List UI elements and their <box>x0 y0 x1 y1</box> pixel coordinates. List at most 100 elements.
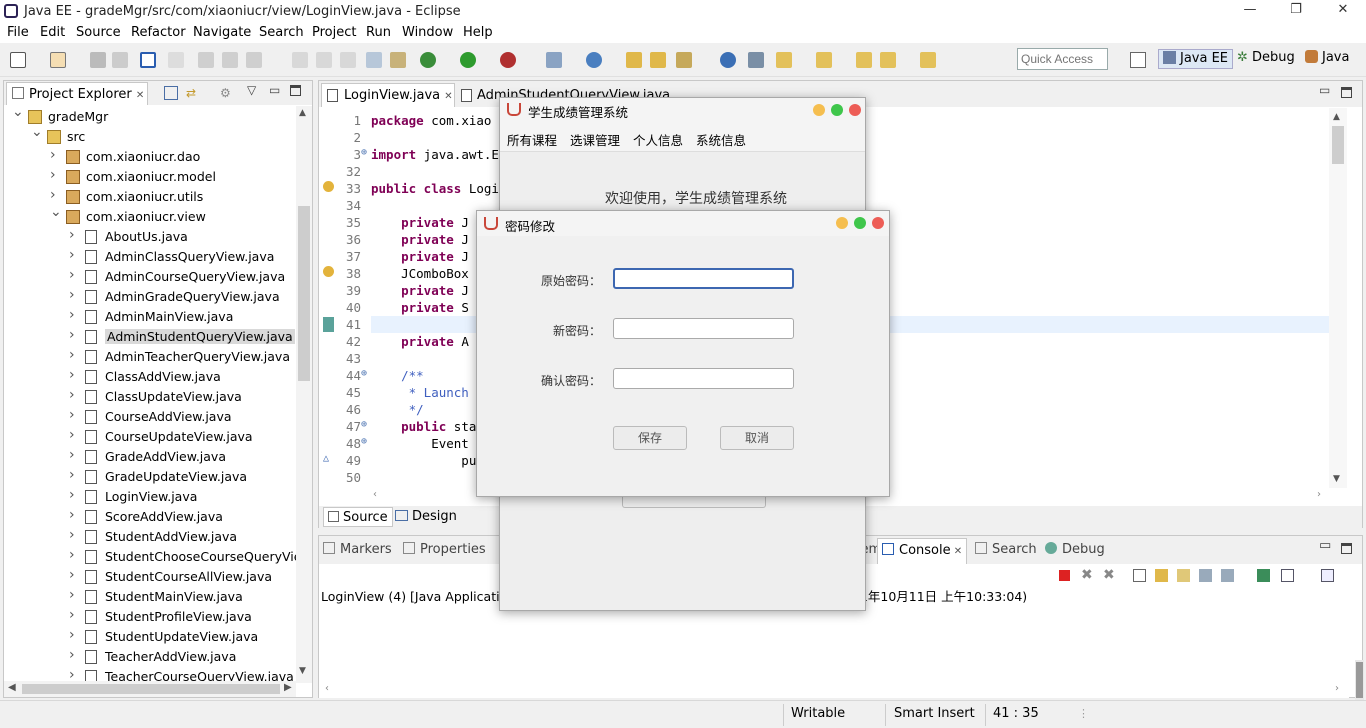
minimize-dot-icon[interactable] <box>813 104 825 116</box>
collapsed-chevron-icon[interactable]: › <box>69 427 79 443</box>
terminate-console-icon[interactable] <box>1059 570 1070 581</box>
collapsed-chevron-icon[interactable]: › <box>69 247 79 263</box>
fold-icon[interactable]: ⊕ <box>361 436 367 447</box>
search-icon[interactable] <box>676 52 692 68</box>
close-icon[interactable]: ✕ <box>1334 2 1352 20</box>
tree-package-item[interactable]: › com.xiaoniucr.dao <box>4 147 296 167</box>
tree-package-item[interactable]: › com.xiaoniucr.model <box>4 167 296 187</box>
explorer-tab[interactable]: Project Explorer ✕ <box>6 82 148 105</box>
show-stdout-icon[interactable] <box>1199 569 1212 582</box>
tab-markers[interactable]: Markers <box>323 542 392 557</box>
confirm-password-field[interactable] <box>613 368 794 389</box>
step-into-icon[interactable] <box>292 52 308 68</box>
remove-launch-icon[interactable]: ✖ <box>1081 567 1093 583</box>
maximize-console-icon[interactable] <box>1341 543 1352 554</box>
menu-window[interactable]: Window <box>402 25 453 40</box>
console-vscrollbar[interactable] <box>1355 660 1364 700</box>
scroll-lock-icon[interactable] <box>1155 569 1168 582</box>
close-dot-icon[interactable] <box>849 104 861 116</box>
tree-file-item[interactable]: › ClassUpdateView.java <box>4 387 296 407</box>
fold-icon[interactable]: ⊕ <box>361 147 367 158</box>
collapsed-chevron-icon[interactable]: › <box>69 227 79 243</box>
cancel-button[interactable]: 取消 <box>720 426 794 450</box>
tab-search[interactable]: Search <box>975 542 1037 557</box>
tree-file-item[interactable]: › ScoreAddView.java <box>4 507 296 527</box>
forward-icon[interactable] <box>920 52 936 68</box>
collapsed-chevron-icon[interactable]: › <box>69 347 79 363</box>
open-console-icon[interactable] <box>1321 569 1334 582</box>
tree-file-item[interactable]: › StudentCourseAllView.java <box>4 567 296 587</box>
tree-file-item[interactable]: › StudentUpdateView.java <box>4 627 296 647</box>
prev-annotation-icon[interactable] <box>816 52 832 68</box>
main-app-titlebar[interactable]: 学生成绩管理系统 <box>500 98 865 122</box>
collapsed-chevron-icon[interactable]: › <box>69 627 79 643</box>
open-perspective-icon[interactable] <box>1130 52 1146 68</box>
fold-icon[interactable]: ⊕ <box>361 368 367 379</box>
collapsed-chevron-icon[interactable]: › <box>69 307 79 323</box>
step-over-icon[interactable] <box>316 52 332 68</box>
menu-navigate[interactable]: Navigate <box>193 25 251 40</box>
minimize-view-icon[interactable]: ▭ <box>269 83 280 97</box>
terminate-icon[interactable] <box>246 52 262 68</box>
tree-file-item[interactable]: › TeacherAddView.java <box>4 647 296 667</box>
menu-system-info[interactable]: 系统信息 <box>696 130 746 149</box>
tree-file-item[interactable]: › LoginView.java <box>4 487 296 507</box>
save-icon[interactable] <box>90 52 106 68</box>
collapsed-chevron-icon[interactable]: › <box>69 547 79 563</box>
password-dialog-titlebar[interactable]: 密码修改 <box>477 211 889 236</box>
tree-package-item[interactable]: › com.xiaoniucr.utils <box>4 187 296 207</box>
menu-edit[interactable]: Edit <box>40 25 65 40</box>
collapsed-chevron-icon[interactable]: › <box>69 327 79 343</box>
collapsed-chevron-icon[interactable]: › <box>69 387 79 403</box>
tree-file-item[interactable]: › ClassAddView.java <box>4 367 296 387</box>
scroll-right-icon[interactable]: › <box>1335 683 1339 694</box>
menu-run[interactable]: Run <box>366 25 391 40</box>
tree-file-item[interactable]: › GradeUpdateView.java <box>4 467 296 487</box>
collapsed-chevron-icon[interactable]: › <box>69 587 79 603</box>
collapsed-chevron-icon[interactable]: › <box>69 267 79 283</box>
tree-file-item[interactable]: › AdminClassQueryView.java <box>4 247 296 267</box>
editor-tab-loginview[interactable]: LoginView.java ✕ <box>321 83 455 107</box>
restore-icon[interactable]: ❐ <box>1287 2 1305 20</box>
expanded-chevron-icon[interactable]: ⌄ <box>50 204 62 220</box>
maximize-editor-icon[interactable] <box>1341 87 1352 98</box>
tree-file-item[interactable]: › AdminGradeQueryView.java <box>4 287 296 307</box>
scroll-right-icon[interactable]: › <box>1317 489 1321 500</box>
scroll-up-icon[interactable]: ▲ <box>1333 112 1340 122</box>
minimize-editor-icon[interactable]: ▭ <box>1319 83 1330 97</box>
tree-file-item[interactable]: › AdminMainView.java <box>4 307 296 327</box>
menu-help[interactable]: Help <box>463 25 493 40</box>
maximize-dot-icon[interactable] <box>831 104 843 116</box>
tree-package-item[interactable]: ⌄ com.xiaoniucr.view <box>4 204 296 227</box>
run-icon[interactable] <box>460 52 476 68</box>
step-return-icon[interactable] <box>340 52 356 68</box>
editor-vscroll-thumb[interactable] <box>1332 126 1344 164</box>
quick-access-input[interactable] <box>1017 48 1108 70</box>
servers-icon[interactable] <box>366 52 382 68</box>
scroll-left-icon[interactable]: ‹ <box>373 489 377 500</box>
tree-project-item[interactable]: ⌄ gradeMgr <box>4 106 296 127</box>
collapsed-chevron-icon[interactable]: › <box>69 647 79 663</box>
warning-icon[interactable] <box>323 181 334 192</box>
tree-file-item[interactable]: › GradeAddView.java <box>4 447 296 467</box>
tree-file-item[interactable]: › StudentChooseCourseQueryView <box>4 547 296 567</box>
scroll-down-icon[interactable]: ▼ <box>299 666 306 676</box>
menu-refactor[interactable]: Refactor <box>131 25 186 40</box>
collapse-all-icon[interactable] <box>164 86 178 100</box>
tree-file-item[interactable]: › StudentAddView.java <box>4 527 296 547</box>
open-task-icon[interactable] <box>650 52 666 68</box>
menu-source[interactable]: Source <box>76 25 121 40</box>
new-server-icon[interactable] <box>546 52 562 68</box>
collapsed-chevron-icon[interactable]: › <box>69 567 79 583</box>
scroll-down-icon[interactable]: ▼ <box>1333 474 1340 484</box>
tab-debug[interactable]: Debug <box>1045 542 1105 557</box>
perspective-java[interactable]: Java <box>1305 50 1349 70</box>
menu-course-selection[interactable]: 选课管理 <box>570 130 620 149</box>
collapsed-chevron-icon[interactable]: › <box>69 487 79 503</box>
new-package-icon[interactable] <box>50 52 66 68</box>
menu-all-courses[interactable]: 所有课程 <box>507 130 557 149</box>
tab-console[interactable]: Console ✕ <box>877 538 968 564</box>
close-dot-icon[interactable] <box>872 217 884 229</box>
scroll-up-icon[interactable]: ▲ <box>299 108 306 118</box>
collapsed-chevron-icon[interactable]: › <box>69 607 79 623</box>
